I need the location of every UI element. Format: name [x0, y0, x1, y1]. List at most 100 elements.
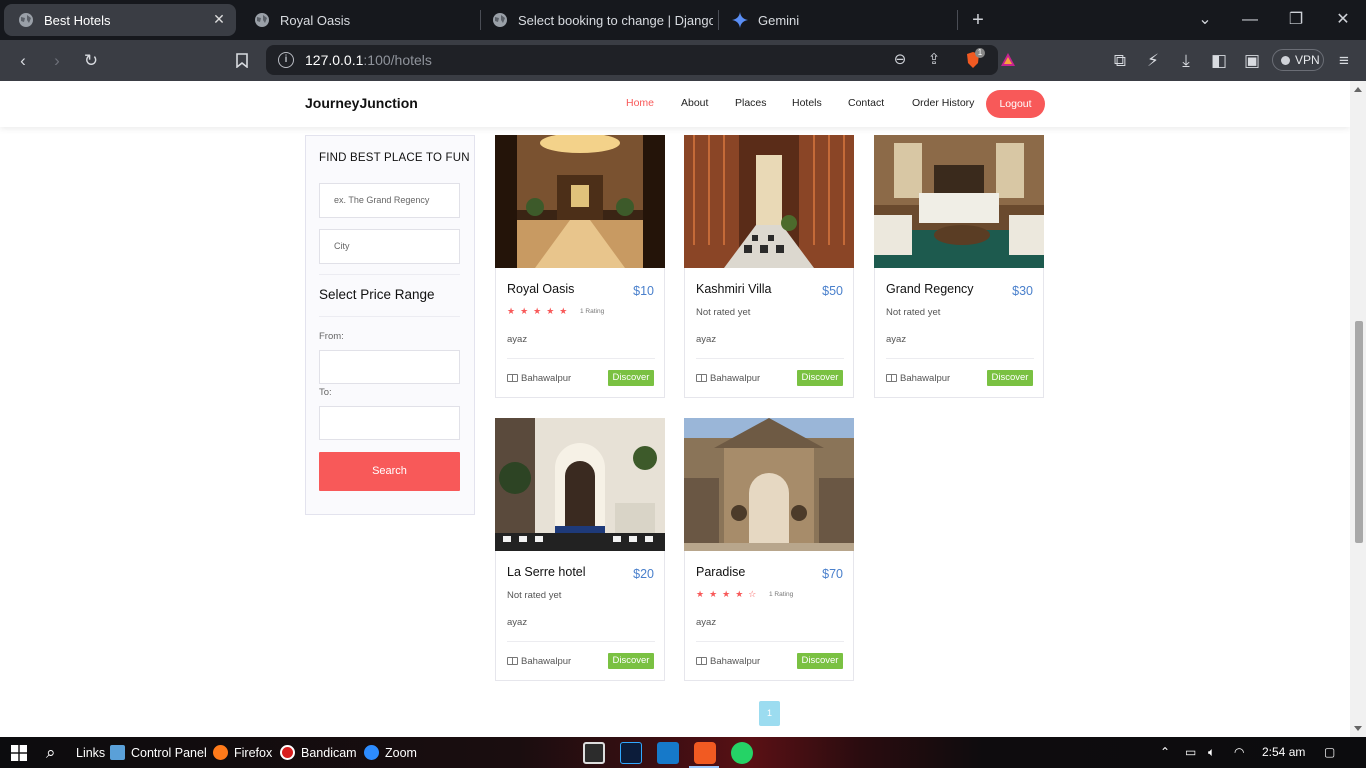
zoom-out-icon[interactable]: ⊖	[888, 48, 912, 72]
battery-icon[interactable]: ▭	[1185, 737, 1196, 768]
nav-hotels[interactable]: Hotels	[792, 97, 822, 109]
map-icon	[507, 374, 518, 382]
divider	[886, 358, 1034, 359]
restore-icon[interactable]: ❐	[1284, 8, 1308, 32]
price-from-input[interactable]	[319, 350, 460, 384]
hotel-card[interactable]: Kashmiri Villa $50 Not rated yet ayaz Ba…	[684, 135, 854, 398]
wallet-icon[interactable]: ▣	[1239, 48, 1265, 74]
nav-order-history[interactable]: Order History	[912, 97, 974, 109]
bandicam-icon	[280, 745, 295, 760]
nav-about[interactable]: About	[681, 97, 708, 109]
minimize-icon[interactable]: —	[1238, 8, 1262, 32]
whatsapp-app-icon[interactable]	[731, 742, 753, 764]
site-info-icon[interactable]: i	[278, 52, 294, 68]
taskbar-firefox[interactable]: Firefox	[213, 737, 272, 768]
search-button[interactable]: Search	[319, 452, 460, 491]
scroll-up-icon[interactable]	[1354, 87, 1362, 92]
pagination-page[interactable]: 1	[759, 701, 780, 726]
scrollbar-thumb[interactable]	[1355, 321, 1363, 543]
volume-icon[interactable]: 🔈︎	[1208, 737, 1215, 768]
windows-start-icon[interactable]	[11, 737, 27, 768]
site-navbar: JourneyJunction Home About Places Hotels…	[0, 81, 1350, 127]
discover-button[interactable]: Discover	[608, 653, 654, 669]
site-brand[interactable]: JourneyJunction	[305, 95, 418, 111]
brave-app-icon[interactable]	[694, 742, 716, 764]
divider	[696, 358, 844, 359]
address-bar[interactable]: i 127.0.0.1:100/hotels ⊖ ⇪ 1	[266, 45, 1015, 75]
photoshop-app-icon[interactable]	[620, 742, 642, 764]
hotel-card[interactable]: Royal Oasis $10 ★★★★★ 1 Rating ayaz Baha…	[495, 135, 665, 398]
reload-icon[interactable]: ↻	[78, 48, 104, 74]
shield-badge: 1	[975, 48, 985, 58]
hotel-photo[interactable]	[495, 135, 665, 268]
price-to-input[interactable]	[319, 406, 460, 440]
hotel-name[interactable]: Grand Regency	[886, 282, 974, 296]
hotel-photo[interactable]	[874, 135, 1044, 268]
taskbar-control-panel[interactable]: Control Panel	[110, 737, 207, 768]
discover-button[interactable]: Discover	[608, 370, 654, 386]
tab-django-admin[interactable]: Select booking to change | Django s	[478, 4, 714, 36]
hotel-name[interactable]: Paradise	[696, 565, 745, 579]
nav-home[interactable]: Home	[626, 97, 654, 109]
tab-title: Select booking to change | Django s	[518, 12, 713, 28]
hotel-photo[interactable]	[495, 418, 665, 551]
clock-time[interactable]: 2:54 am	[1262, 737, 1305, 768]
file-explorer-app-icon[interactable]	[583, 742, 605, 764]
hotel-name[interactable]: Kashmiri Villa	[696, 282, 772, 296]
taskbar-zoom[interactable]: Zoom	[364, 737, 417, 768]
hotel-card[interactable]: Grand Regency $30 Not rated yet ayaz Bah…	[874, 135, 1044, 398]
hotel-card[interactable]: La Serre hotel $20 Not rated yet ayaz Ba…	[495, 418, 665, 681]
logout-button[interactable]: Logout	[986, 90, 1045, 118]
hotel-photo[interactable]	[684, 135, 854, 268]
hotel-name-input[interactable]: ex. The Grand Regency	[319, 183, 460, 218]
hotel-owner: ayaz	[696, 334, 717, 345]
divider	[319, 274, 460, 275]
page-scrollbar[interactable]	[1350, 81, 1366, 737]
bookmark-icon[interactable]	[229, 48, 255, 74]
search-icon[interactable]: ⌕	[46, 737, 56, 768]
hotel-photo[interactable]	[684, 418, 854, 551]
nav-contact[interactable]: Contact	[848, 97, 884, 109]
brave-rewards-icon[interactable]	[996, 48, 1020, 72]
notification-icon[interactable]: ▢	[1324, 737, 1335, 768]
divider	[319, 316, 460, 317]
vpn-button[interactable]: VPN	[1272, 49, 1324, 71]
tab-title: Best Hotels	[44, 12, 111, 28]
taskbar-links[interactable]: Links	[76, 737, 105, 768]
nav-places[interactable]: Places	[735, 97, 767, 109]
tab-gemini[interactable]: Gemini	[718, 4, 954, 36]
divider	[696, 641, 844, 642]
extensions-icon[interactable]: ⧉	[1107, 48, 1133, 74]
tray-chevron-up-icon[interactable]: ⌃	[1160, 737, 1170, 768]
wifi-icon[interactable]: ◠	[1234, 737, 1244, 768]
to-label: To:	[319, 387, 332, 398]
new-tab-icon[interactable]: +	[966, 8, 990, 32]
discover-button[interactable]: Discover	[797, 653, 843, 669]
hotel-name[interactable]: Royal Oasis	[507, 282, 574, 296]
scroll-down-icon[interactable]	[1354, 726, 1362, 731]
hotel-owner: ayaz	[886, 334, 907, 345]
discover-button[interactable]: Discover	[987, 370, 1033, 386]
back-icon[interactable]: ‹	[10, 48, 36, 74]
forward-icon[interactable]: ›	[44, 48, 70, 74]
taskbar-bandicam[interactable]: Bandicam	[280, 737, 357, 768]
vpn-label: VPN	[1295, 53, 1320, 67]
hotel-name[interactable]: La Serre hotel	[507, 565, 586, 579]
hotel-card[interactable]: Paradise $70 ★★★★☆ 1 Rating ayaz Bahawal…	[684, 418, 854, 681]
tab-royal-oasis[interactable]: Royal Oasis	[240, 4, 476, 36]
close-icon[interactable]: ✕	[212, 12, 226, 26]
share-icon[interactable]: ⇪	[922, 48, 946, 72]
chevron-down-icon[interactable]: ⌄	[1193, 8, 1217, 32]
brave-shield-icon[interactable]: 1	[961, 48, 985, 72]
window-close-icon[interactable]: ✕	[1331, 8, 1355, 32]
city-input[interactable]: City	[319, 229, 460, 264]
browser-tab-bar: Best Hotels ✕ Royal Oasis Select booking…	[0, 0, 1366, 40]
leo-ai-icon[interactable]: ⚡	[1140, 48, 1166, 74]
download-icon[interactable]: ⤓	[1173, 48, 1199, 74]
vscode-app-icon[interactable]	[657, 742, 679, 764]
menu-icon[interactable]: ≡	[1331, 48, 1357, 74]
tab-best-hotels[interactable]: Best Hotels ✕	[4, 4, 236, 36]
zoom-icon	[364, 745, 379, 760]
sidebar-toggle-icon[interactable]: ◧	[1206, 48, 1232, 74]
discover-button[interactable]: Discover	[797, 370, 843, 386]
